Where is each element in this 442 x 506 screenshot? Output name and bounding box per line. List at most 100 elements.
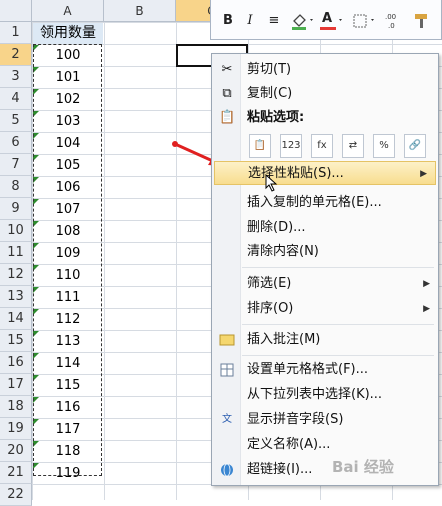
menu-label: 从下拉列表中选择(K)... [247,387,383,402]
data-cell[interactable]: 113 [33,331,103,352]
menu-item-sort[interactable]: 排序(O) ▶ [212,297,438,321]
clipboard-icon: 📋 [219,110,236,125]
row-header[interactable]: 18 [0,396,32,418]
data-cell[interactable]: 103 [33,111,103,132]
row-header[interactable]: 5 [0,110,32,132]
text-number-indicator-icon [33,353,39,359]
data-cell[interactable]: 119 [33,463,103,484]
column-header-a[interactable]: A [32,0,104,22]
menu-item-phonetic[interactable]: 文 显示拼音字段(S) [212,408,438,432]
row-header[interactable]: 15 [0,330,32,352]
row-header[interactable]: 19 [0,418,32,440]
menu-item-insert-copied-cells[interactable]: 插入复制的单元格(E)... [212,191,438,215]
data-cell[interactable]: 105 [33,155,103,176]
menu-label: 筛选(E) [247,276,292,291]
text-number-indicator-icon [33,67,39,73]
select-all-corner[interactable] [0,0,32,22]
header-cell[interactable]: 领用数量 [33,23,103,44]
submenu-arrow-icon: ▶ [423,304,430,314]
data-cell[interactable]: 114 [33,353,103,374]
row-header[interactable]: 12 [0,264,32,286]
row-header[interactable]: 17 [0,374,32,396]
data-cell[interactable]: 101 [33,67,103,88]
column-header-b[interactable]: B [104,0,176,22]
menu-item-copy[interactable]: ⧉ 复制(C) [212,82,438,106]
menu-item-pick-from-list[interactable]: 从下拉列表中选择(K)... [212,383,438,407]
data-cell[interactable]: 102 [33,89,103,110]
paste-option-button[interactable]: ⇄ [342,134,364,158]
menu-item-hyperlink[interactable]: 超链接(I)... [212,458,438,482]
row-header[interactable]: 2 [0,44,32,66]
row-header[interactable]: 13 [0,286,32,308]
row-header[interactable]: 10 [0,220,32,242]
data-cell[interactable]: 110 [33,265,103,286]
menu-item-clear-contents[interactable]: 清除内容(N) [212,240,438,264]
data-cell[interactable]: 112 [33,309,103,330]
row-header[interactable]: 14 [0,308,32,330]
row-header[interactable]: 16 [0,352,32,374]
gridline [176,22,177,500]
menu-item-filter[interactable]: 筛选(E) ▶ [212,272,438,296]
menu-item-format-cells[interactable]: 设置单元格格式(F)... [212,358,438,382]
row-header[interactable]: 8 [0,176,32,198]
text-number-indicator-icon [33,287,39,293]
hyperlink-icon [219,462,235,478]
paste-option-button[interactable]: 123 [280,134,302,158]
data-cell[interactable]: 111 [33,287,103,308]
data-cell[interactable]: 109 [33,243,103,264]
mini-toolbar: B I ≡ A .00.0 [210,0,442,40]
text-number-indicator-icon [33,309,39,315]
text-number-indicator-icon [33,199,39,205]
row-header[interactable]: 1 [0,22,32,44]
paste-option-button[interactable]: fx [311,134,333,158]
row-header[interactable]: 22 [0,484,32,506]
borders-button[interactable] [351,10,377,32]
italic-button[interactable]: I [241,10,259,32]
submenu-arrow-icon: ▶ [423,279,430,289]
row-header[interactable]: 21 [0,462,32,484]
text-number-indicator-icon [33,45,39,51]
menu-item-delete[interactable]: 删除(D)... [212,216,438,240]
row-header[interactable]: 3 [0,66,32,88]
center-align-button[interactable]: ≡ [265,10,283,32]
data-cell[interactable]: 118 [33,441,103,462]
font-color-button[interactable]: A [319,10,345,32]
data-cell[interactable]: 116 [33,397,103,418]
menu-item-define-name[interactable]: 定义名称(A)... [212,433,438,457]
data-cell[interactable]: 108 [33,221,103,242]
menu-item-paste-special[interactable]: 选择性粘贴(S)... ▶ [214,161,436,185]
data-cell[interactable]: 100 [33,45,103,66]
data-cell[interactable]: 107 [33,199,103,220]
decimal-button[interactable]: .00.0 [383,10,405,32]
menu-item-cut[interactable]: ✂ 剪切(T) [212,58,438,82]
paste-option-button[interactable]: 📋 [249,134,271,158]
bold-button[interactable]: B [219,10,237,32]
format-painter-button[interactable] [411,10,433,32]
menu-label: 排序(O) [247,301,294,316]
paste-option-button[interactable]: 🔗 [404,134,426,158]
row-header[interactable]: 11 [0,242,32,264]
phonetic-icon: 文 [222,414,232,425]
row-header[interactable]: 20 [0,440,32,462]
text-number-indicator-icon [33,375,39,381]
menu-label: 剪切(T) [247,62,292,77]
row-header[interactable]: 9 [0,198,32,220]
data-cell[interactable]: 115 [33,375,103,396]
menu-separator [242,324,434,325]
gridline [104,22,105,500]
data-cell[interactable]: 117 [33,419,103,440]
fill-color-button[interactable] [289,10,315,32]
menu-label: 插入复制的单元格(E)... [247,195,382,210]
row-header[interactable]: 6 [0,132,32,154]
menu-item-insert-comment[interactable]: 插入批注(M) [212,328,438,352]
borders-icon [353,14,374,28]
text-number-indicator-icon [33,441,39,447]
menu-separator [242,355,434,356]
menu-label: 清除内容(N) [247,244,319,259]
row-header[interactable]: 4 [0,88,32,110]
data-cell[interactable]: 104 [33,133,103,154]
row-header[interactable]: 7 [0,154,32,176]
data-cell[interactable]: 106 [33,177,103,198]
paste-option-button[interactable]: % [373,134,395,158]
copy-icon: ⧉ [222,86,232,101]
